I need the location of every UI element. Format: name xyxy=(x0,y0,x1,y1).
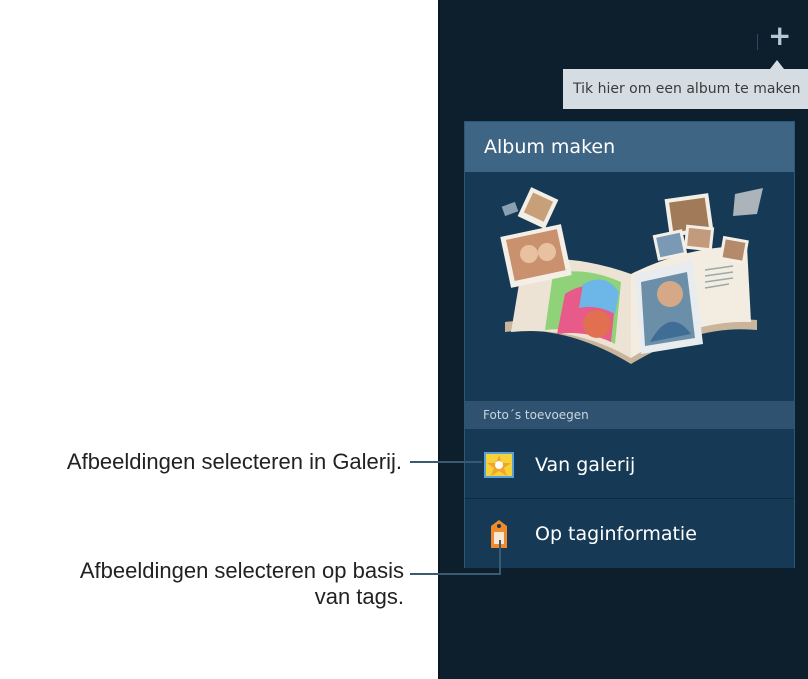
by-tag-info-label: Op taginformatie xyxy=(535,523,697,545)
by-tag-info-option[interactable]: Op taginformatie xyxy=(465,500,794,568)
create-album-dialog: Album maken Foto´s toevoegen Van galerij… xyxy=(464,121,795,568)
tooltip-arrow xyxy=(770,60,784,69)
gallery-icon xyxy=(484,452,514,478)
tags-callout-line-horizontal xyxy=(410,573,501,575)
tags-callout-line2: van tags. xyxy=(314,584,404,609)
gallery-callout-line xyxy=(410,461,482,463)
photo-book-illustration xyxy=(500,187,763,364)
tags-callout-line-vertical xyxy=(499,540,501,575)
plus-icon[interactable]: + xyxy=(768,22,791,50)
tags-callout-line1: Afbeeldingen selecteren op basis xyxy=(79,558,404,583)
tags-callout: Afbeeldingen selecteren op basis van tag… xyxy=(0,558,404,610)
gallery-callout: Afbeeldingen selecteren in Galerij. xyxy=(66,449,402,474)
dialog-title: Album maken xyxy=(465,122,794,172)
add-photos-section-header: Foto´s toevoegen xyxy=(465,401,794,429)
action-bar-divider xyxy=(757,34,758,50)
floating-photo-1 xyxy=(501,187,559,229)
create-album-tooltip: Tik hier om een album te maken xyxy=(563,69,808,109)
from-gallery-option[interactable]: Van galerij xyxy=(465,431,794,499)
from-gallery-label: Van galerij xyxy=(535,454,636,476)
floating-leaf xyxy=(733,188,763,216)
